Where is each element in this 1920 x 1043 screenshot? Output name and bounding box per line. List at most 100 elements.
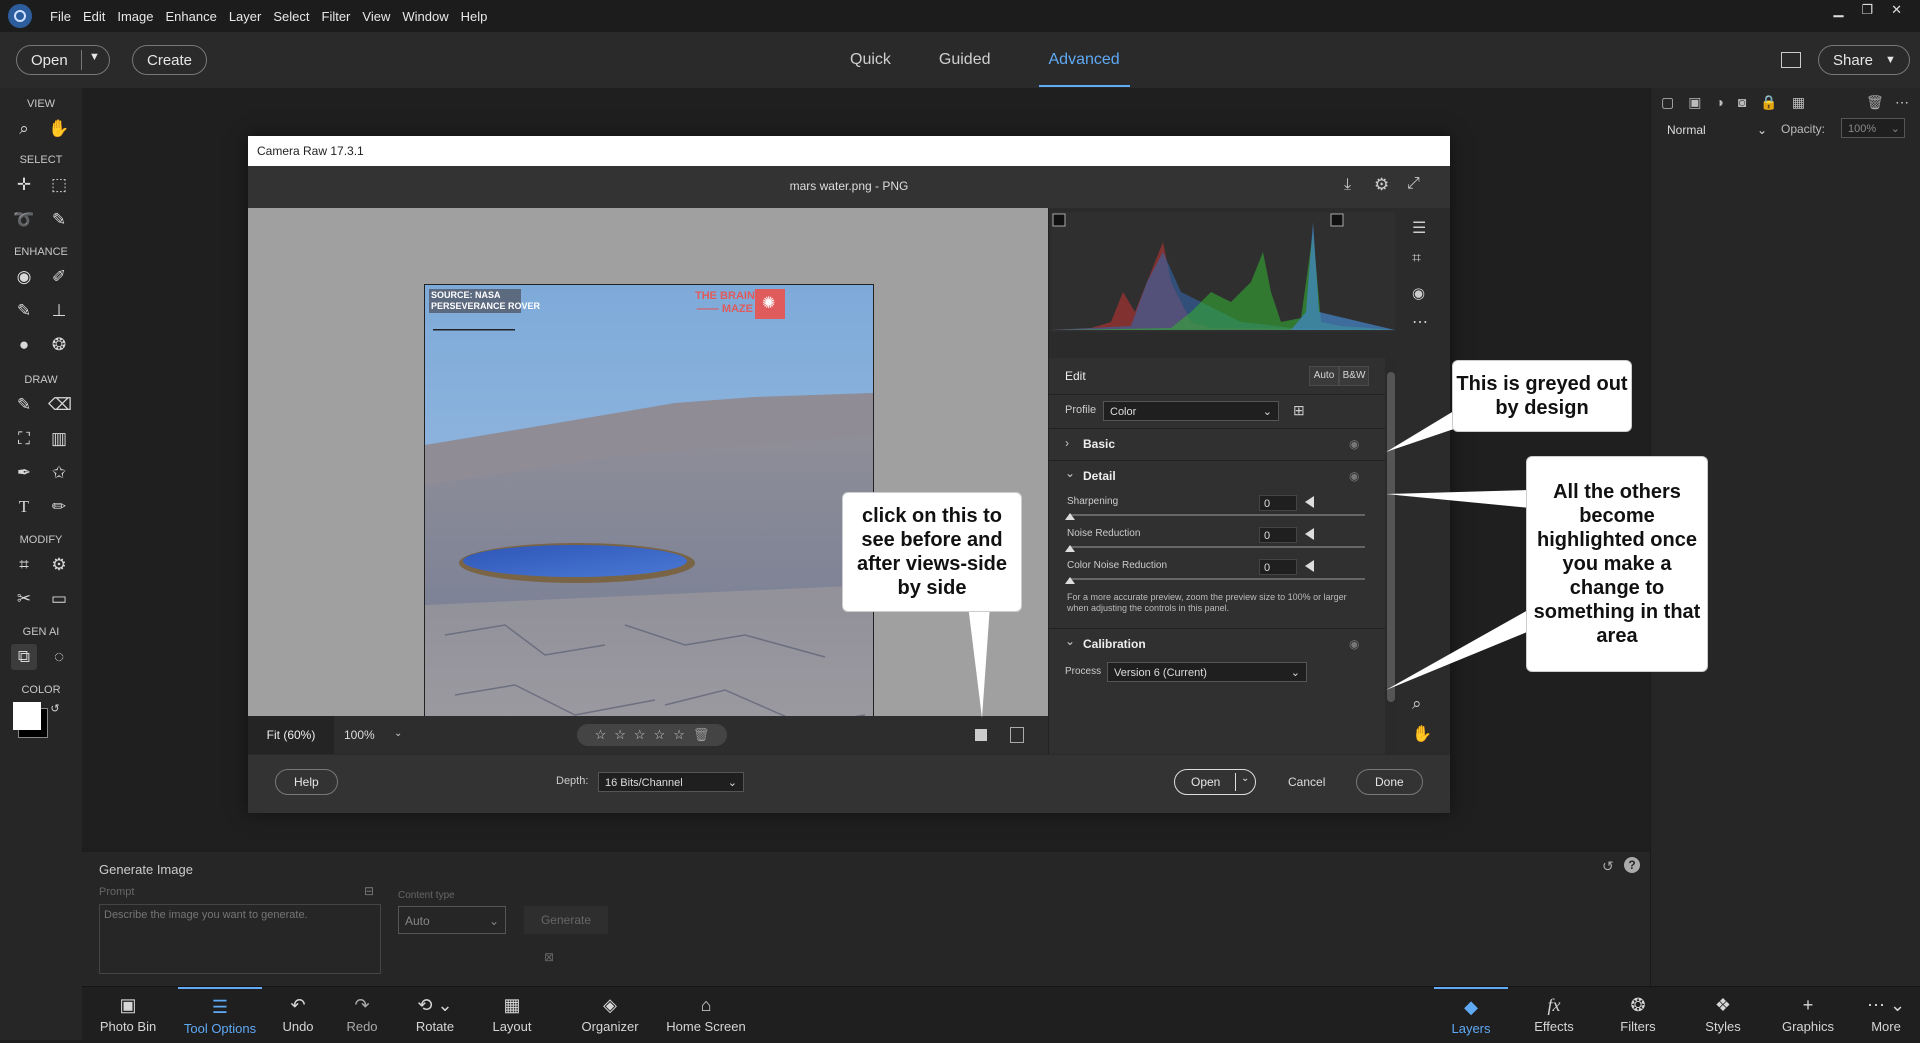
star-icon[interactable]: ☆ xyxy=(654,727,666,743)
calibration-label[interactable]: Calibration xyxy=(1083,637,1146,651)
menu-select[interactable]: Select xyxy=(273,9,309,24)
star-icon[interactable]: ☆ xyxy=(673,727,685,743)
lock-transparency-icon[interactable]: ▦ xyxy=(1792,94,1805,111)
generative-fill-icon[interactable]: ⧉ xyxy=(11,644,37,670)
basic-section[interactable]: › Basic ◉ xyxy=(1049,428,1385,461)
panel-scrollbar[interactable] xyxy=(1385,358,1397,754)
effects-button[interactable]: fx Effects xyxy=(1518,987,1590,1041)
detail-label[interactable]: Detail xyxy=(1083,469,1116,483)
content-move-icon[interactable]: ✂ xyxy=(13,588,35,610)
gradient-icon[interactable]: ▥ xyxy=(48,428,70,450)
help-button[interactable]: Help xyxy=(275,769,338,795)
pencil-icon[interactable]: ✏ xyxy=(48,496,70,518)
sharpening-slider[interactable] xyxy=(1069,514,1365,516)
bw-button[interactable]: B&W xyxy=(1339,366,1369,386)
new-layer-icon[interactable]: ▢ xyxy=(1661,94,1674,111)
color-noise-reduction-reset-icon[interactable] xyxy=(1305,560,1314,572)
fullscreen-icon[interactable]: ⤢ xyxy=(1407,175,1420,193)
straighten-icon[interactable]: ▭ xyxy=(48,588,70,610)
brush-icon[interactable]: ✎ xyxy=(13,394,35,416)
fit-zoom-button[interactable]: Fit (60%) xyxy=(248,716,334,754)
depth-select[interactable]: 16 Bits/Channel ⌄ xyxy=(598,772,744,792)
noise-reduction-slider-thumb[interactable] xyxy=(1065,545,1075,552)
layers-button[interactable]: ◆ Layers xyxy=(1434,987,1508,1043)
side-by-side-icon[interactable] xyxy=(1010,727,1024,743)
smart-brush-icon[interactable]: ✎ xyxy=(13,300,35,322)
star-icon[interactable]: ☆ xyxy=(614,727,626,743)
lasso-icon[interactable]: ➰ xyxy=(13,209,35,231)
organizer-button[interactable]: ◈ Organizer xyxy=(570,987,650,1041)
cancel-button[interactable]: Cancel xyxy=(1288,775,1325,789)
generate-button[interactable]: Generate xyxy=(524,906,608,934)
eye-icon[interactable]: ◉ xyxy=(1349,437,1359,451)
sharpening-slider-thumb[interactable] xyxy=(1065,513,1075,520)
blur-icon[interactable]: ● xyxy=(13,334,35,356)
save-icon[interactable]: ⤓ xyxy=(1344,176,1351,194)
tab-advanced[interactable]: Advanced xyxy=(1038,34,1130,87)
blend-mode-select[interactable]: Normal ⌄ xyxy=(1661,120,1771,140)
foreground-color-swatch[interactable] xyxy=(13,702,41,730)
more-icon[interactable]: ⋯ xyxy=(1412,312,1428,332)
star-icon[interactable]: ☆ xyxy=(595,727,607,743)
styles-button[interactable]: ❖ Styles xyxy=(1688,987,1758,1041)
color-noise-reduction-value[interactable]: 0 xyxy=(1259,559,1297,575)
sharpening-reset-icon[interactable] xyxy=(1305,496,1314,508)
color-noise-reduction-slider[interactable] xyxy=(1069,578,1365,580)
graphics-button[interactable]: + Graphics xyxy=(1768,987,1848,1041)
reset-icon[interactable]: ↺ xyxy=(1602,858,1614,875)
adjustment-layer-icon[interactable]: ◑ xyxy=(1715,94,1723,111)
sponge-icon[interactable]: ❂ xyxy=(48,334,70,356)
profile-select[interactable]: Color ⌄ xyxy=(1103,401,1279,421)
chevron-down-icon[interactable]: ⌄ xyxy=(394,728,402,739)
layout-button[interactable]: ▦ Layout xyxy=(478,987,546,1041)
noise-reduction-value[interactable]: 0 xyxy=(1259,527,1297,543)
noise-reduction-reset-icon[interactable] xyxy=(1305,528,1314,540)
recompose-icon[interactable]: ⚙ xyxy=(48,554,70,576)
redo-button[interactable]: ↷ Redo xyxy=(332,987,392,1041)
prompt-input[interactable] xyxy=(99,904,381,974)
zoom-icon[interactable]: ⌕ xyxy=(13,118,35,140)
menu-layer[interactable]: Layer xyxy=(229,9,262,24)
menu-edit[interactable]: Edit xyxy=(83,9,105,24)
generative-remove-icon[interactable]: ◌ xyxy=(48,646,70,668)
color-noise-reduction-slider-thumb[interactable] xyxy=(1065,577,1075,584)
noise-reduction-slider[interactable] xyxy=(1069,546,1365,548)
eyedropper-icon[interactable]: ✒ xyxy=(13,462,35,484)
swap-colors-icon[interactable]: ↺ xyxy=(44,698,66,720)
hand-icon[interactable]: ✋ xyxy=(48,118,70,140)
eye-icon[interactable]: ◉ xyxy=(1349,469,1359,483)
chevron-down-icon[interactable]: ⌄ xyxy=(1241,773,1249,784)
red-eye-icon[interactable]: ◉ xyxy=(13,266,35,288)
chevron-down-icon[interactable]: ⌄ xyxy=(1065,634,1075,648)
edit-sliders-icon[interactable]: ☰ xyxy=(1412,218,1426,238)
chevron-down-icon[interactable]: ▼ xyxy=(89,51,100,63)
tool-options-button[interactable]: ☰ Tool Options xyxy=(178,987,262,1043)
more-button[interactable]: ⋯ ⌄ More xyxy=(1858,987,1914,1041)
crop-icon[interactable]: ⌗ xyxy=(13,554,35,576)
done-button[interactable]: Done xyxy=(1356,769,1423,795)
menu-image[interactable]: Image xyxy=(117,9,153,24)
zoom-icon[interactable]: ⌕ xyxy=(1412,694,1422,714)
quick-select-icon[interactable]: ✎ xyxy=(48,209,70,231)
red-eye-icon[interactable]: ◉ xyxy=(1412,284,1425,302)
mask-icon[interactable]: ◙ xyxy=(1738,94,1746,111)
mail-icon[interactable] xyxy=(1781,52,1801,68)
menu-filter[interactable]: Filter xyxy=(322,9,351,24)
restore-button[interactable]: ❐ xyxy=(1861,2,1873,18)
filters-button[interactable]: ❂ Filters xyxy=(1602,987,1674,1041)
type-icon[interactable]: T xyxy=(13,496,35,518)
healing-brush-icon[interactable]: ✐ xyxy=(48,266,70,288)
create-button[interactable]: Create xyxy=(132,45,208,75)
rotate-button[interactable]: ⟲ ⌄ Rotate xyxy=(400,987,470,1041)
tab-quick[interactable]: Quick xyxy=(850,51,891,69)
menu-enhance[interactable]: Enhance xyxy=(166,9,217,24)
help-icon[interactable]: ? xyxy=(1624,857,1640,873)
more-icon[interactable]: ⋯ xyxy=(1895,94,1909,111)
star-icon[interactable]: ☆ xyxy=(634,727,646,743)
share-button[interactable]: Share ▼ xyxy=(1818,45,1910,75)
menu-view[interactable]: View xyxy=(362,9,390,24)
profile-browser-icon[interactable]: ⊞ xyxy=(1293,402,1305,419)
trash-icon[interactable]: 🗑 xyxy=(1866,94,1884,111)
hand-icon[interactable]: ✋ xyxy=(1412,724,1432,744)
menu-help[interactable]: Help xyxy=(461,9,488,24)
